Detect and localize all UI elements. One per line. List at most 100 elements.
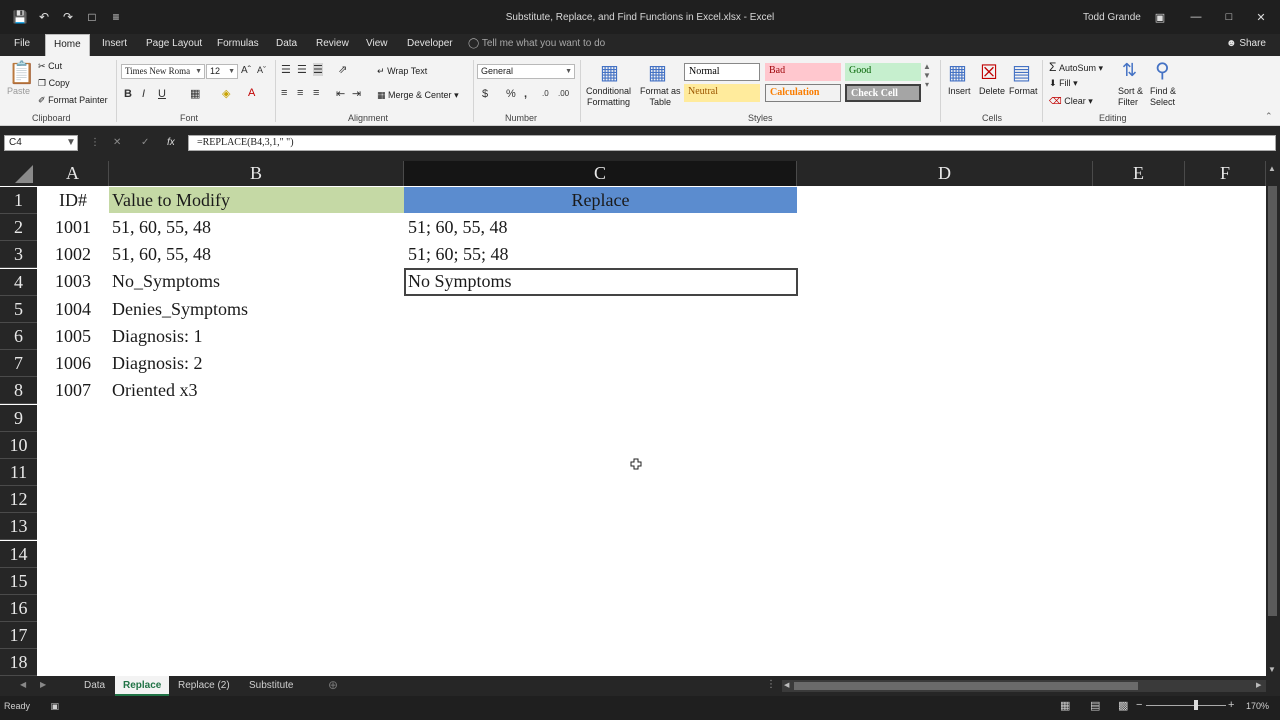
scroll-down-icon[interactable]: ▼ <box>1268 665 1276 674</box>
sheet-tab-substitute[interactable]: Substitute <box>241 676 301 696</box>
row-header-4[interactable]: 4 <box>0 268 37 296</box>
cell-b4[interactable]: No_Symptoms <box>112 268 402 295</box>
zoom-out-icon[interactable]: − <box>1136 699 1142 711</box>
cell-b3[interactable]: 51, 60, 55, 48 <box>112 241 402 268</box>
row-header-7[interactable]: 7 <box>0 350 37 378</box>
horizontal-scroll-thumb[interactable] <box>794 682 1138 690</box>
paste-button[interactable]: Paste <box>7 86 30 96</box>
row-header-13[interactable]: 13 <box>0 513 37 541</box>
font-size-dropdown[interactable]: 12 ▼ <box>206 64 238 79</box>
sort-filter-button[interactable]: Sort & Filter <box>1118 86 1143 108</box>
active-cell-c4[interactable] <box>404 268 798 296</box>
column-header-f[interactable]: F <box>1185 161 1266 186</box>
align-top-icon[interactable]: ☰ <box>281 63 291 76</box>
cell-a8[interactable]: 1007 <box>37 377 109 404</box>
tab-home[interactable]: Home <box>45 34 90 56</box>
align-bottom-icon[interactable]: ☰ <box>313 63 323 76</box>
scroll-left-icon[interactable]: ◀ <box>784 681 789 689</box>
style-bad[interactable]: Bad <box>765 63 841 81</box>
borders-icon[interactable]: ▦ <box>190 87 200 100</box>
chevron-down-icon[interactable]: ▼ <box>66 137 76 148</box>
number-format-dropdown[interactable]: General ▼ <box>477 64 575 79</box>
format-as-table-button[interactable]: Format as Table <box>640 86 681 108</box>
tab-file[interactable]: File <box>6 34 38 56</box>
row-header-12[interactable]: 12 <box>0 486 37 514</box>
autosum-button[interactable]: Σ AutoSum ▾ <box>1049 60 1103 74</box>
tell-me-search[interactable]: ◯ Tell me what you want to do <box>468 38 605 49</box>
clear-button[interactable]: ⌫ Clear ▾ <box>1049 96 1093 107</box>
conditional-formatting-button[interactable]: Conditional Formatting <box>586 86 631 108</box>
insert-function-icon[interactable]: fx <box>167 137 175 148</box>
style-normal[interactable]: Normal <box>684 63 760 81</box>
tab-review[interactable]: Review <box>308 34 357 56</box>
tab-splitter-icon[interactable]: ⋮ <box>766 679 776 690</box>
cell-c5[interactable] <box>408 296 796 323</box>
format-painter-button[interactable]: ✐ Format Painter <box>38 95 108 106</box>
row-header-11[interactable]: 11 <box>0 459 37 486</box>
decrease-indent-icon[interactable]: ⇤ <box>336 87 345 100</box>
decrease-decimal-icon[interactable]: .00 <box>558 89 569 98</box>
cell-c8[interactable] <box>408 377 796 404</box>
row-header-10[interactable]: 10 <box>0 431 37 459</box>
format-cells-icon[interactable]: ▤ <box>1012 60 1031 85</box>
tab-developer[interactable]: Developer <box>399 34 461 56</box>
wrap-text-button[interactable]: ↵ Wrap Text <box>377 66 427 77</box>
paste-icon[interactable]: 📋 <box>8 60 35 86</box>
zoom-slider-knob[interactable] <box>1194 700 1198 710</box>
zoom-slider[interactable] <box>1146 705 1226 706</box>
insert-cells-button[interactable]: Insert <box>948 86 971 96</box>
italic-icon[interactable]: I <box>142 88 145 100</box>
align-left-icon[interactable]: ≡ <box>281 87 287 99</box>
next-sheet-icon[interactable]: ▶ <box>40 680 46 689</box>
scroll-right-icon[interactable]: ▶ <box>1256 681 1261 689</box>
grow-font-icon[interactable]: Aˆ <box>241 65 251 76</box>
currency-icon[interactable]: $ <box>482 88 488 100</box>
increase-indent-icon[interactable]: ⇥ <box>352 87 361 100</box>
zoom-in-icon[interactable]: + <box>1228 699 1234 711</box>
row-header-9[interactable]: 9 <box>0 404 37 432</box>
cell-a6[interactable]: 1005 <box>37 323 109 350</box>
percent-icon[interactable]: % <box>506 88 516 100</box>
prev-sheet-icon[interactable]: ◀ <box>20 680 26 689</box>
cell-a3[interactable]: 1002 <box>37 241 109 268</box>
cell-b5[interactable]: Denies_Symptoms <box>112 296 402 323</box>
insert-cells-icon[interactable]: ▦ <box>948 60 967 85</box>
row-header-6[interactable]: 6 <box>0 323 37 350</box>
row-header-1[interactable]: 1 <box>0 187 37 214</box>
collapse-ribbon-icon[interactable]: ⌃ <box>1265 111 1273 122</box>
vertical-scroll-thumb[interactable] <box>1268 186 1277 616</box>
merge-center-button[interactable]: ▦ Merge & Center ▾ <box>377 90 459 101</box>
conditional-formatting-icon[interactable]: ▦ <box>600 60 619 85</box>
tab-view[interactable]: View <box>358 34 396 56</box>
more-options-icon[interactable]: ⋮ <box>90 137 100 148</box>
column-header-c[interactable]: C <box>404 161 797 186</box>
style-good[interactable]: Good <box>845 63 921 81</box>
delete-cells-button[interactable]: Delete <box>979 86 1005 96</box>
tab-insert[interactable]: Insert <box>94 34 135 56</box>
gallery-scroll-icon[interactable]: ▲ ▼ ▾ <box>923 62 931 89</box>
style-calculation[interactable]: Calculation <box>765 84 841 102</box>
tab-formulas[interactable]: Formulas <box>209 34 267 56</box>
delete-cells-icon[interactable]: ☒ <box>980 60 998 85</box>
increase-decimal-icon[interactable]: .0 <box>542 89 549 98</box>
row-header-2[interactable]: 2 <box>0 214 37 242</box>
cell-c7[interactable] <box>408 350 796 377</box>
formula-input[interactable]: =REPLACE(B4,3,1," ") <box>188 135 1276 151</box>
orientation-icon[interactable]: ⇗ <box>338 63 347 76</box>
close-icon[interactable]: ✕ <box>1254 10 1268 24</box>
row-header-16[interactable]: 16 <box>0 595 37 622</box>
enter-icon[interactable]: ✓ <box>141 137 149 148</box>
cell-a2[interactable]: 1001 <box>37 214 109 241</box>
sort-filter-icon[interactable]: ⇅ <box>1122 60 1137 81</box>
page-layout-view-icon[interactable]: ▤ <box>1090 699 1100 712</box>
cell-b6[interactable]: Diagnosis: 1 <box>112 323 402 350</box>
minimize-icon[interactable]: — <box>1189 10 1203 24</box>
row-header-17[interactable]: 17 <box>0 622 37 650</box>
cell-a4[interactable]: 1003 <box>37 268 109 295</box>
cell-b8[interactable]: Oriented x3 <box>112 377 402 404</box>
user-name[interactable]: Todd Grande <box>1083 12 1141 23</box>
cell-b2[interactable]: 51, 60, 55, 48 <box>112 214 402 241</box>
zoom-level[interactable]: 170% <box>1246 701 1269 711</box>
row-header-8[interactable]: 8 <box>0 377 37 405</box>
maximize-icon[interactable]: □ <box>1222 10 1236 24</box>
